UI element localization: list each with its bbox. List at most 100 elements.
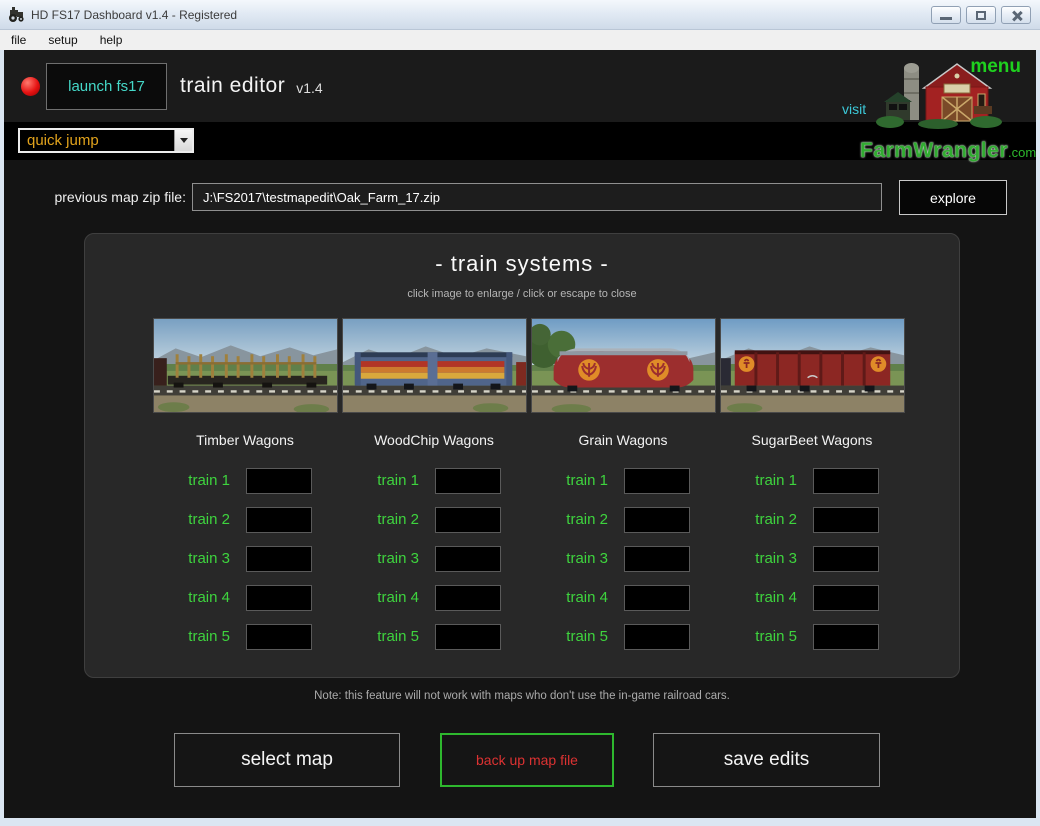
column-header: WoodChip Wagons [339,432,529,452]
farmwrangler-logo[interactable]: FarmWrangler.com [860,54,1020,163]
train-row: train 3 [339,545,529,572]
train-input[interactable] [813,546,879,572]
train-input[interactable] [624,468,690,494]
select-map-button[interactable]: select map [174,733,400,787]
explore-button[interactable]: explore [899,180,1007,215]
train-label: train 4 [556,589,608,606]
train-row: train 5 [717,623,907,650]
train-label: train 2 [556,511,608,528]
train-label: train 4 [367,589,419,606]
tractor-app-icon [8,6,26,24]
page-title: train editor v1.4 [180,50,323,122]
train-input[interactable] [435,507,501,533]
menu-help[interactable]: help [89,30,134,50]
train-label: train 3 [178,550,230,567]
column-grain-wagons: Grain Wagons train 1 train 2 train 3 [528,432,718,662]
woodchip-wagon-image[interactable] [342,318,527,413]
train-label: train 4 [178,589,230,606]
train-row: train 1 [339,467,529,494]
train-row: train 5 [528,623,718,650]
minimize-button[interactable] [931,6,961,24]
maximize-button[interactable] [966,6,996,24]
train-input[interactable] [624,546,690,572]
train-input[interactable] [813,624,879,650]
train-row: train 3 [150,545,340,572]
map-file-label: previous map zip file: [30,183,186,211]
train-label: train 1 [178,472,230,489]
brand-tld: .com [1008,145,1036,160]
train-input[interactable] [246,624,312,650]
status-indicator [21,77,40,96]
client-area: launch fs17 train editor v1.4 menu visit [4,50,1036,818]
quick-jump-dropdown[interactable]: quick jump [18,128,194,153]
page-title-text: train editor [180,74,285,98]
train-row: train 4 [339,584,529,611]
train-row: train 2 [528,506,718,533]
train-input[interactable] [813,585,879,611]
train-input[interactable] [246,507,312,533]
train-input[interactable] [246,468,312,494]
train-row: train 4 [528,584,718,611]
launch-fs17-button[interactable]: launch fs17 [46,63,167,110]
train-systems-panel: - train systems - click image to enlarge… [84,233,960,678]
column-woodchip-wagons: WoodChip Wagons train 1 train 2 train 3 [339,432,529,662]
train-row: train 3 [717,545,907,572]
train-input[interactable] [435,624,501,650]
train-row: train 2 [717,506,907,533]
column-sugarbeet-wagons: SugarBeet Wagons train 1 train 2 train 3 [717,432,907,662]
menu-setup[interactable]: setup [37,30,88,50]
train-label: train 4 [745,589,797,606]
train-input[interactable] [435,546,501,572]
timber-wagon-image[interactable] [153,318,338,413]
train-label: train 5 [367,628,419,645]
train-label: train 2 [367,511,419,528]
panel-title: - train systems - [85,251,959,277]
column-header: Timber Wagons [150,432,340,452]
dropdown-button[interactable] [174,130,192,151]
train-input[interactable] [435,585,501,611]
train-row: train 3 [528,545,718,572]
train-input[interactable] [246,546,312,572]
train-label: train 3 [556,550,608,567]
train-input[interactable] [246,585,312,611]
title-bar: HD FS17 Dashboard v1.4 - Registered [0,0,1040,30]
column-timber-wagons: Timber Wagons train 1 train 2 train 3 [150,432,340,662]
chevron-down-icon [180,138,188,143]
train-row: train 4 [717,584,907,611]
column-header: Grain Wagons [528,432,718,452]
column-header: SugarBeet Wagons [717,432,907,452]
menu-file[interactable]: file [0,30,37,50]
train-label: train 5 [556,628,608,645]
close-button[interactable] [1001,6,1031,24]
train-input[interactable] [624,585,690,611]
minimize-icon [940,17,952,20]
train-row: train 1 [717,467,907,494]
train-label: train 1 [745,472,797,489]
save-edits-button[interactable]: save edits [653,733,880,787]
barn-logo-icon [874,54,1006,138]
train-row: train 5 [150,623,340,650]
train-row: train 5 [339,623,529,650]
backup-map-file-button[interactable]: back up map file [440,733,614,787]
wagon-images-row [153,318,905,413]
sugarbeet-wagon-image[interactable] [720,318,905,413]
train-input[interactable] [813,468,879,494]
train-label: train 1 [367,472,419,489]
train-label: train 3 [745,550,797,567]
train-row: train 4 [150,584,340,611]
train-input[interactable] [624,624,690,650]
train-label: train 2 [745,511,797,528]
grain-wagon-image[interactable] [531,318,716,413]
train-input[interactable] [435,468,501,494]
window-title: HD FS17 Dashboard v1.4 - Registered [31,0,237,30]
train-row: train 2 [339,506,529,533]
train-label: train 5 [178,628,230,645]
app-window: HD FS17 Dashboard v1.4 - Registered file… [0,0,1040,826]
train-input[interactable] [624,507,690,533]
feature-note: Note: this feature will not work with ma… [84,690,960,702]
map-file-input[interactable] [192,183,882,211]
train-row: train 1 [150,467,340,494]
menu-bar: file setup help [0,30,1040,50]
train-input[interactable] [813,507,879,533]
train-label: train 3 [367,550,419,567]
